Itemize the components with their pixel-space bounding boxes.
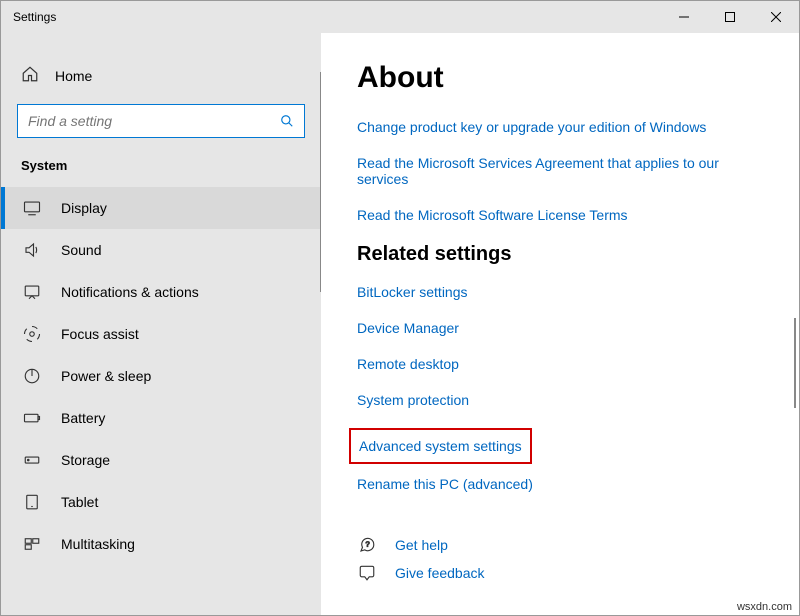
window-title: Settings	[13, 10, 661, 24]
display-icon	[23, 199, 41, 217]
home-label: Home	[55, 68, 92, 84]
sidebar-item-label: Sound	[61, 242, 101, 258]
main-area: Home System Display Sound	[1, 33, 799, 615]
storage-icon	[23, 451, 41, 469]
link-license-terms[interactable]: Read the Microsoft Software License Term…	[357, 207, 763, 223]
maximize-icon	[725, 12, 735, 22]
home-button[interactable]: Home	[1, 57, 321, 104]
page-title: About	[357, 61, 763, 95]
minimize-button[interactable]	[661, 1, 707, 33]
close-icon	[771, 12, 781, 22]
give-feedback-link[interactable]: Give feedback	[357, 564, 763, 582]
search-input[interactable]	[28, 113, 280, 129]
search-container	[17, 104, 305, 138]
maximize-button[interactable]	[707, 1, 753, 33]
battery-icon	[23, 409, 41, 427]
help-icon: ?	[357, 536, 377, 554]
window-controls	[661, 1, 799, 33]
search-box[interactable]	[17, 104, 305, 138]
search-icon	[280, 114, 294, 128]
nav-list: Display Sound Notifications & actions Fo…	[1, 187, 321, 615]
sidebar-item-label: Focus assist	[61, 326, 139, 342]
get-help-link[interactable]: ? Get help	[357, 536, 763, 554]
home-icon	[21, 65, 39, 86]
give-feedback-label: Give feedback	[395, 565, 485, 581]
watermark: wsxdn.com	[735, 600, 794, 614]
link-bitlocker[interactable]: BitLocker settings	[357, 284, 763, 300]
link-rename-pc[interactable]: Rename this PC (advanced)	[357, 476, 763, 492]
link-system-protection[interactable]: System protection	[357, 392, 763, 408]
get-help-label: Get help	[395, 537, 448, 553]
minimize-icon	[679, 12, 689, 22]
sidebar-item-label: Power & sleep	[61, 368, 151, 384]
focus-icon	[23, 325, 41, 343]
sidebar-item-label: Battery	[61, 410, 105, 426]
sidebar-item-storage[interactable]: Storage	[1, 439, 321, 481]
notifications-icon	[23, 283, 41, 301]
content-panel: About Change product key or upgrade your…	[321, 33, 799, 615]
sidebar: Home System Display Sound	[1, 33, 321, 615]
link-device-manager[interactable]: Device Manager	[357, 320, 763, 336]
titlebar: Settings	[1, 1, 799, 33]
link-advanced-system-settings[interactable]: Advanced system settings	[349, 428, 532, 464]
feedback-icon	[357, 564, 377, 582]
svg-text:?: ?	[366, 540, 370, 549]
sidebar-item-multitasking[interactable]: Multitasking	[1, 523, 321, 565]
section-label: System	[1, 158, 321, 187]
sidebar-item-notifications[interactable]: Notifications & actions	[1, 271, 321, 313]
link-services-agreement[interactable]: Read the Microsoft Services Agreement th…	[357, 155, 763, 187]
sidebar-item-power[interactable]: Power & sleep	[1, 355, 321, 397]
panel-divider	[320, 72, 321, 292]
link-change-product-key[interactable]: Change product key or upgrade your editi…	[357, 119, 763, 135]
related-settings-heading: Related settings	[357, 243, 763, 266]
power-icon	[23, 367, 41, 385]
close-button[interactable]	[753, 1, 799, 33]
sound-icon	[23, 241, 41, 259]
sidebar-item-display[interactable]: Display	[1, 187, 321, 229]
sidebar-item-tablet[interactable]: Tablet	[1, 481, 321, 523]
scrollbar[interactable]	[794, 318, 796, 408]
sidebar-item-focus[interactable]: Focus assist	[1, 313, 321, 355]
sidebar-item-label: Storage	[61, 452, 110, 468]
sidebar-item-label: Tablet	[61, 494, 98, 510]
sidebar-item-battery[interactable]: Battery	[1, 397, 321, 439]
link-remote-desktop[interactable]: Remote desktop	[357, 356, 763, 372]
tablet-icon	[23, 493, 41, 511]
settings-window: Settings Home	[0, 0, 800, 616]
sidebar-item-label: Display	[61, 200, 107, 216]
multitasking-icon	[23, 535, 41, 553]
sidebar-item-sound[interactable]: Sound	[1, 229, 321, 271]
sidebar-item-label: Notifications & actions	[61, 284, 199, 300]
sidebar-item-label: Multitasking	[61, 536, 135, 552]
